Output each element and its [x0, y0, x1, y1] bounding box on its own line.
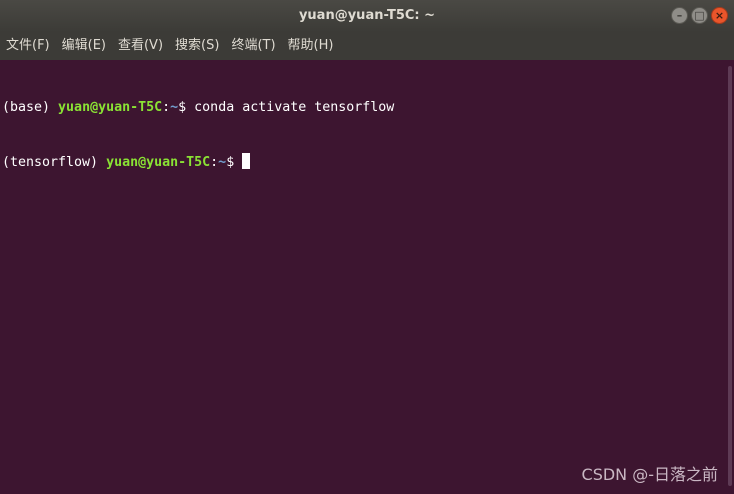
terminal-line: (tensorflow) yuan@yuan-T5C:~$ — [2, 153, 726, 171]
watermark: CSDN @-日落之前 — [581, 465, 718, 484]
window-title: yuan@yuan-T5C: ~ — [298, 8, 436, 23]
command-text: conda activate tensorflow — [194, 100, 395, 115]
menu-terminal[interactable]: 终端(T) — [225, 32, 281, 60]
menu-bar: 文件(F) 编辑(E) 查看(V) 搜索(S) 终端(T) 帮助(H) — [0, 32, 734, 60]
title-bar[interactable]: yuan@yuan-T5C: ~ – □ × — [0, 0, 734, 32]
menu-file[interactable]: 文件(F) — [0, 32, 56, 60]
current-path: ~ — [170, 100, 179, 115]
menu-help[interactable]: 帮助(H) — [282, 32, 340, 60]
conda-env: (base) — [2, 100, 59, 115]
current-path: ~ — [218, 155, 227, 170]
menu-view[interactable]: 查看(V) — [112, 32, 169, 60]
prompt-symbol: $ — [226, 155, 243, 170]
user-host: yuan@yuan-T5C — [58, 100, 163, 115]
maximize-button[interactable]: □ — [691, 7, 708, 24]
conda-env: (tensorflow) — [2, 155, 107, 170]
scrollbar-thumb[interactable] — [728, 66, 732, 486]
terminal-window: yuan@yuan-T5C: ~ – □ × 文件(F) 编辑(E) 查看(V)… — [0, 0, 734, 494]
close-button[interactable]: × — [711, 7, 728, 24]
terminal-output[interactable]: (base) yuan@yuan-T5C:~$ conda activate t… — [0, 60, 726, 494]
scrollbar[interactable] — [726, 60, 734, 494]
minimize-button[interactable]: – — [671, 7, 688, 24]
terminal-line: (base) yuan@yuan-T5C:~$ conda activate t… — [2, 99, 726, 117]
menu-edit[interactable]: 编辑(E) — [56, 32, 112, 60]
text-cursor — [242, 153, 251, 169]
menu-search[interactable]: 搜索(S) — [169, 32, 225, 60]
prompt-separator: : — [162, 100, 171, 115]
window-controls: – □ × — [671, 7, 728, 24]
prompt-separator: : — [210, 155, 219, 170]
user-host: yuan@yuan-T5C — [106, 155, 211, 170]
prompt-symbol: $ — [178, 100, 195, 115]
